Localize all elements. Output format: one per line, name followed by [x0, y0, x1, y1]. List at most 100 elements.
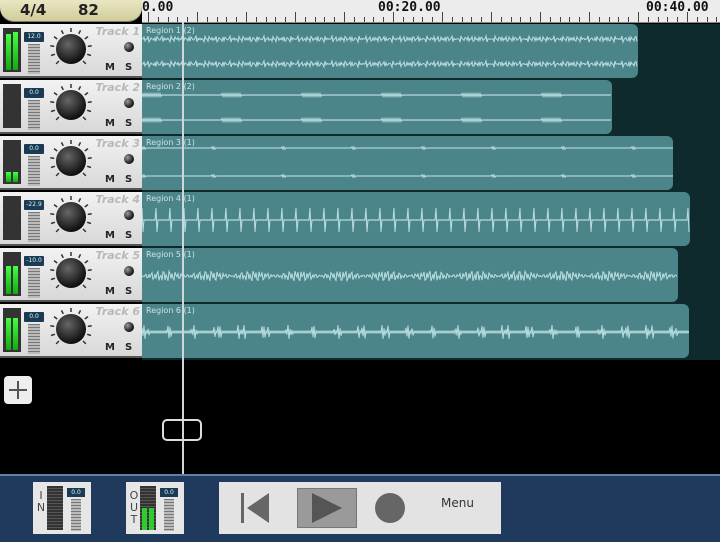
solo-button[interactable]: S [125, 342, 132, 353]
ruler-tick [628, 17, 630, 22]
track-strip-3[interactable]: 0.0 Track 3 M S [0, 136, 142, 190]
volume-fader[interactable] [28, 156, 40, 186]
volume-fader[interactable] [28, 44, 40, 74]
pan-knob[interactable] [56, 258, 86, 288]
region-name: Region 5 (1) [146, 250, 195, 259]
ruler-label-20: 00:20.00 [378, 0, 441, 15]
ruler-label-0: 0.00 [142, 0, 174, 15]
mute-button[interactable]: M [105, 230, 115, 241]
ruler-tick [157, 17, 159, 22]
track-strip-2[interactable]: 0.0 Track 2 M S [0, 80, 142, 134]
volume-readout: -22.9 [24, 200, 44, 210]
mute-button[interactable]: M [105, 286, 115, 297]
ruler-tick [206, 17, 208, 22]
volume-fader[interactable] [28, 268, 40, 298]
timeline-ruler[interactable]: 0.00 00:20.00 00:40.00 [142, 0, 720, 23]
track-strip-4[interactable]: -22.9 Track 4 M S [0, 192, 142, 246]
time-signature: 4/4 [20, 1, 47, 19]
mute-button[interactable]: M [105, 118, 115, 129]
ruler-tick [304, 17, 306, 22]
waveform [142, 91, 612, 124]
ruler-tick [255, 17, 257, 22]
waveform [142, 34, 638, 70]
ruler-tick [618, 17, 620, 22]
track-strip-5[interactable]: -10.0 Track 5 M S [0, 248, 142, 302]
record-arm-icon[interactable] [124, 98, 134, 108]
audio-region-1[interactable]: Region 1 (2) [142, 24, 638, 78]
mute-button[interactable]: M [105, 342, 115, 353]
playhead[interactable] [182, 22, 184, 474]
level-meter [3, 308, 21, 352]
region-name: Region 1 (2) [146, 26, 195, 35]
level-meter [3, 196, 21, 240]
ruler-tick [236, 17, 238, 22]
ruler-tick [373, 17, 375, 22]
volume-fader[interactable] [28, 212, 40, 242]
output-fader[interactable] [164, 499, 174, 531]
play-button[interactable] [297, 488, 357, 528]
input-fader[interactable] [71, 499, 81, 531]
ruler-tick [540, 12, 541, 22]
solo-button[interactable]: S [125, 230, 132, 241]
audio-region-5[interactable]: Region 5 (1) [142, 248, 678, 302]
mute-button[interactable]: M [105, 174, 115, 185]
ruler-tick [520, 17, 522, 22]
solo-button[interactable]: S [125, 118, 132, 129]
track-name: Track 2 [95, 81, 140, 94]
pan-knob[interactable] [56, 34, 86, 64]
record-arm-icon[interactable] [124, 266, 134, 276]
pan-knob[interactable] [56, 90, 86, 120]
ruler-tick [696, 17, 698, 22]
ruler-tick [187, 17, 189, 22]
audio-region-2[interactable]: Region 2 (2) [142, 80, 612, 134]
ruler-tick [422, 17, 424, 22]
audio-region-6[interactable]: Region 6 (1) [142, 304, 689, 358]
solo-button[interactable]: S [125, 286, 132, 297]
track-name: Track 3 [95, 137, 140, 150]
audio-region-3[interactable]: Region 3 (1) [142, 136, 673, 190]
track-strip-1[interactable]: 12.0 Track 1 M S [0, 24, 142, 78]
play-icon [312, 493, 342, 523]
volume-fader[interactable] [28, 324, 40, 354]
input-meter[interactable]: IN 0.0 [33, 482, 91, 534]
output-meter[interactable]: OUT 0.0 [126, 482, 184, 534]
ruler-tick [197, 12, 198, 22]
plus-icon [9, 381, 27, 399]
record-arm-icon[interactable] [124, 210, 134, 220]
region-name: Region 6 (1) [146, 306, 195, 315]
volume-readout: 0.0 [24, 144, 44, 154]
volume-fader[interactable] [28, 100, 40, 130]
ruler-tick [363, 17, 365, 22]
track-name: Track 6 [95, 305, 140, 318]
record-arm-icon[interactable] [124, 42, 134, 52]
ruler-tick [216, 17, 218, 22]
ruler-tick [353, 17, 355, 22]
record-button[interactable] [375, 493, 405, 523]
mute-button[interactable]: M [105, 62, 115, 73]
ruler-tick [530, 17, 532, 22]
time-signature-tempo[interactable]: 4/4 82 [0, 0, 142, 22]
ruler-tick [383, 17, 385, 22]
rewind-button[interactable] [239, 492, 271, 524]
ruler-tick [549, 17, 551, 22]
menu-button[interactable]: Menu [441, 496, 474, 510]
ruler-tick [687, 12, 688, 22]
playhead-handle[interactable] [162, 419, 202, 441]
track-strip-6[interactable]: 0.0 Track 6 M S [0, 304, 142, 358]
solo-button[interactable]: S [125, 174, 132, 185]
record-arm-icon[interactable] [124, 322, 134, 332]
transport-bar: IN 0.0 OUT 0.0 Menu [0, 474, 720, 542]
output-label: OUT [129, 489, 139, 526]
pan-knob[interactable] [56, 202, 86, 232]
output-level-meter [140, 486, 156, 530]
ruler-tick [265, 17, 267, 22]
solo-button[interactable]: S [125, 62, 132, 73]
record-arm-icon[interactable] [124, 154, 134, 164]
ruler-tick [442, 12, 443, 22]
ruler-tick [598, 17, 600, 22]
pan-knob[interactable] [56, 314, 86, 344]
add-track-button[interactable] [4, 376, 32, 404]
audio-region-4[interactable]: Region 4 (1) [142, 192, 690, 246]
pan-knob[interactable] [56, 146, 86, 176]
tempo: 82 [78, 1, 99, 19]
